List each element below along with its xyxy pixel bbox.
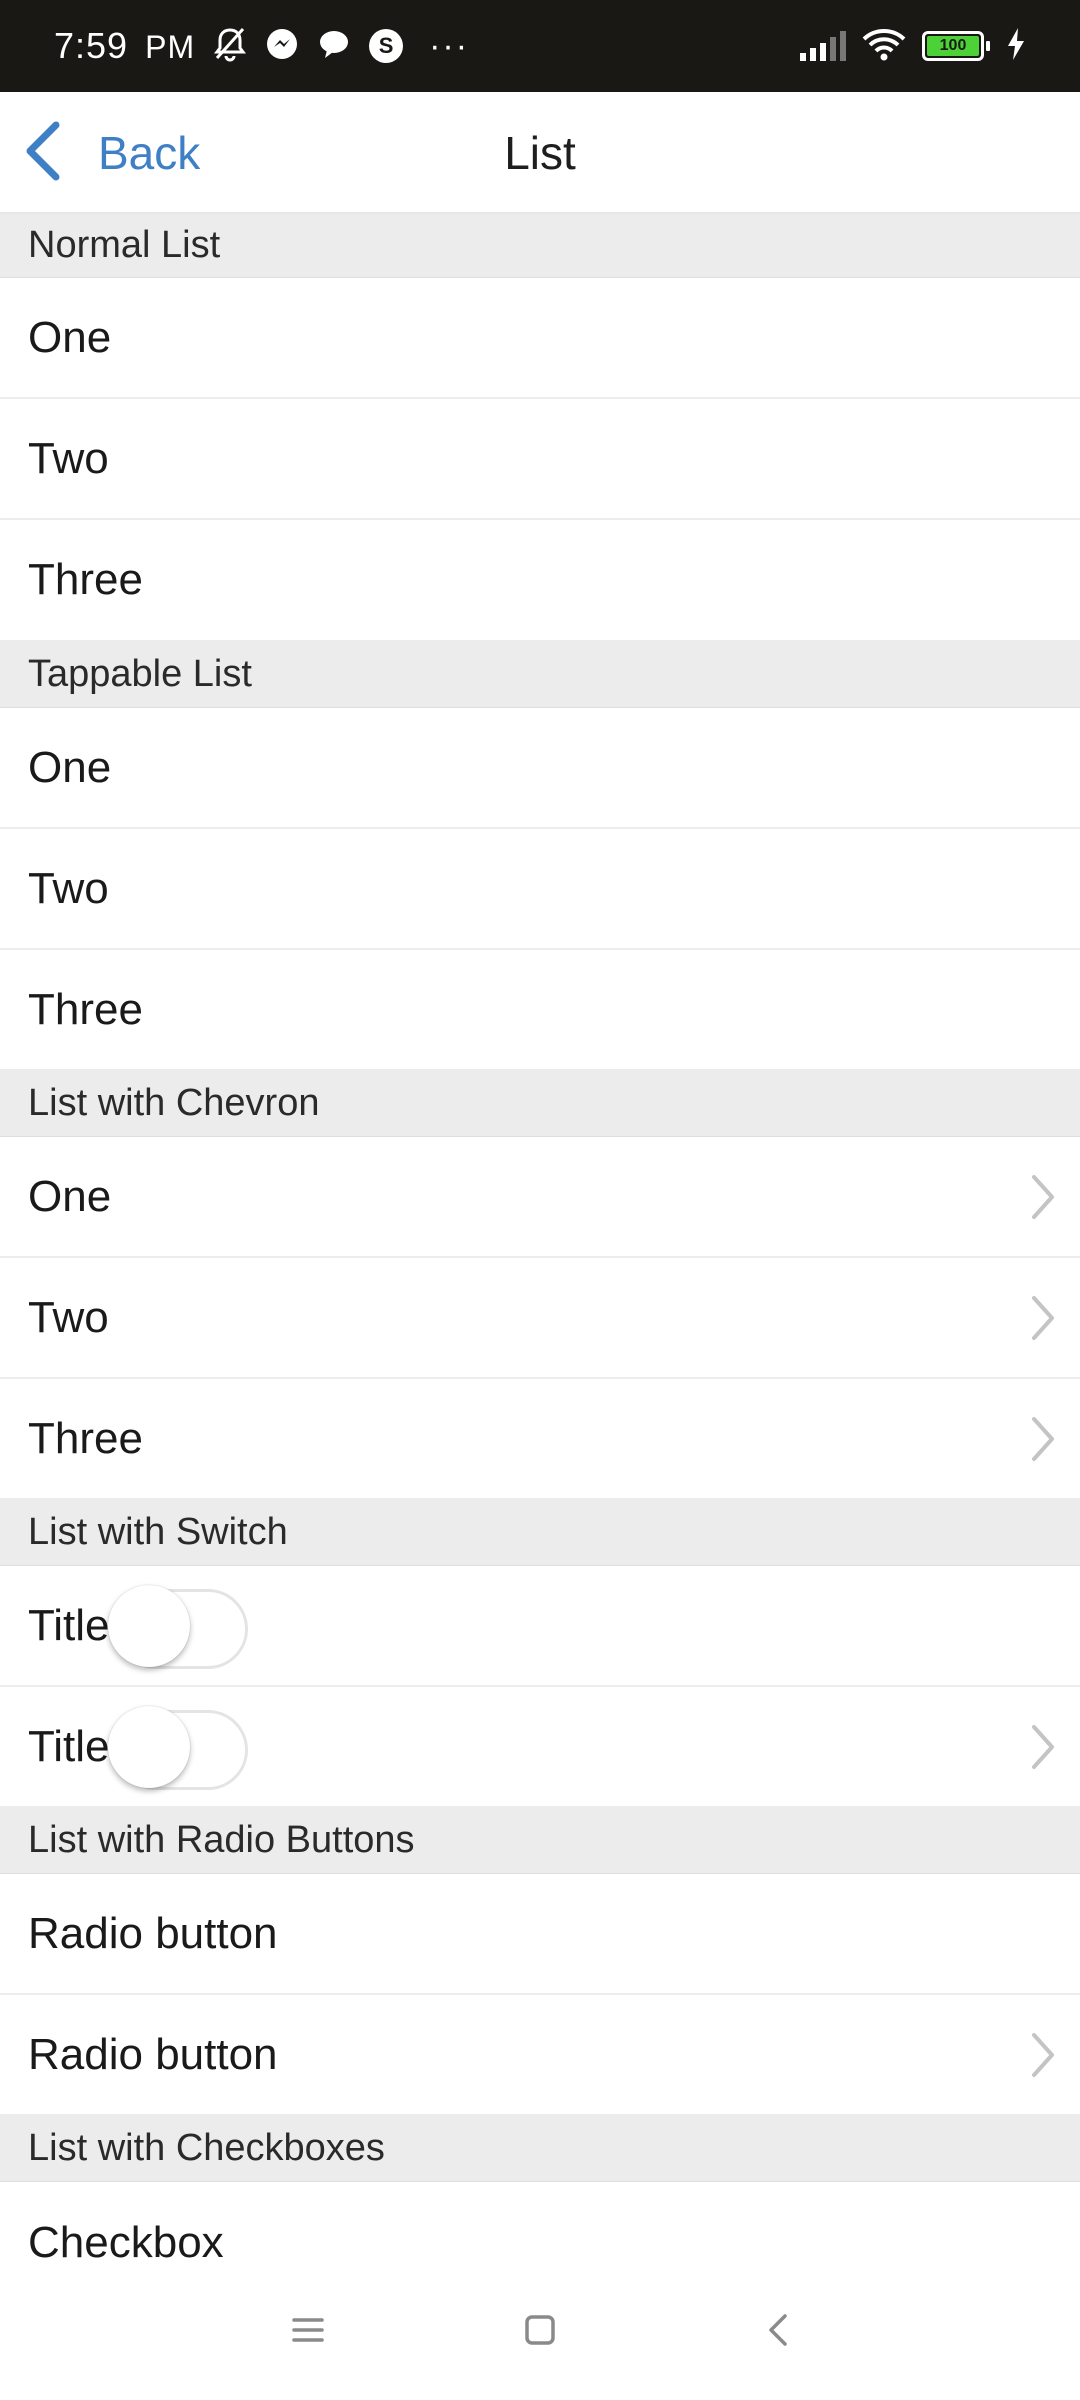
switch-list-item: Title <box>0 1566 1080 1687</box>
list-item-label: Radio button <box>28 1908 278 1958</box>
menu-icon <box>292 2318 324 2342</box>
system-navigation-bar <box>0 2260 1080 2400</box>
system-back-button[interactable] <box>738 2290 818 2370</box>
wifi-icon <box>862 27 906 66</box>
list-item-label: One <box>28 1171 112 1221</box>
battery-icon: 100 <box>922 31 990 61</box>
list-item-label: Two <box>28 1292 109 1342</box>
radio-list-item[interactable]: Radio button <box>0 1995 1080 2116</box>
chevron-right-icon <box>1032 1174 1054 1219</box>
list-item-label: Radio button <box>28 2029 278 2079</box>
list-item-label: Title <box>28 1721 110 1771</box>
charging-icon <box>1006 27 1026 66</box>
section-header-switch: List with Switch <box>0 1500 1080 1566</box>
chevron-left-icon <box>22 121 62 186</box>
checkbox-list-item[interactable]: Checkbox <box>0 2182 1080 2260</box>
chevron-left-icon <box>769 2314 787 2346</box>
tappable-list-item[interactable]: Two <box>0 829 1080 950</box>
signal-icon <box>800 31 846 61</box>
chevron-right-icon <box>1032 1295 1054 1340</box>
section-header-normal: Normal List <box>0 214 1080 278</box>
toggle-switch[interactable] <box>107 1704 248 1790</box>
list-item-label: Title <box>28 1600 110 1650</box>
home-square-icon <box>525 2315 555 2345</box>
status-time-value: 7:59 <box>54 25 129 66</box>
more-notifications-icon: ··· <box>429 26 470 65</box>
list-item: Three <box>0 520 1080 642</box>
chevron-right-icon <box>1032 1416 1054 1461</box>
list-item-label: One <box>28 312 112 362</box>
status-left: 7:59 PM S ··· <box>54 0 469 92</box>
chevron-right-icon <box>1032 1724 1054 1769</box>
messenger-icon <box>265 27 299 66</box>
radio-list-item[interactable]: Radio button <box>0 1874 1080 1995</box>
back-label: Back <box>98 127 201 179</box>
battery-level: 100 <box>927 36 979 56</box>
tappable-list-item[interactable]: Three <box>0 950 1080 1071</box>
list-content: Normal List One Two Three Tappable List … <box>0 214 1080 2260</box>
list-item: One <box>0 278 1080 399</box>
chevron-right-icon <box>1032 2032 1054 2077</box>
section-header-chevron: List with Chevron <box>0 1071 1080 1137</box>
switch-list-item[interactable]: Title <box>0 1687 1080 1808</box>
home-button[interactable] <box>500 2290 580 2370</box>
status-bar: 7:59 PM S ··· 100 <box>0 0 1080 92</box>
status-time: 7:59 PM <box>54 25 195 67</box>
chevron-list-item[interactable]: Two <box>0 1258 1080 1379</box>
toggle-switch[interactable] <box>107 1583 248 1669</box>
toggle-knob <box>107 1705 190 1788</box>
tappable-list-item[interactable]: One <box>0 708 1080 829</box>
chevron-list-item[interactable]: One <box>0 1137 1080 1258</box>
navigation-bar: Back List <box>0 92 1080 214</box>
list-item: Two <box>0 399 1080 520</box>
list-item-label: Three <box>28 984 143 1034</box>
section-header-tappable: Tappable List <box>0 642 1080 708</box>
recent-apps-button[interactable] <box>268 2290 348 2370</box>
list-item-label: Two <box>28 863 109 913</box>
toggle-knob <box>107 1584 190 1667</box>
status-ampm: PM <box>145 29 196 65</box>
list-item-label: Three <box>28 1413 143 1463</box>
skype-icon: S <box>369 29 404 63</box>
list-item-label: Two <box>28 433 109 483</box>
muted-bell-icon <box>213 26 247 67</box>
list-item-label: One <box>28 742 112 792</box>
list-item-label: Checkbox <box>28 2217 224 2261</box>
status-right: 100 <box>800 0 1026 92</box>
section-header-checkbox: List with Checkboxes <box>0 2116 1080 2182</box>
list-item-label: Three <box>28 555 143 604</box>
chevron-list-item[interactable]: Three <box>0 1379 1080 1500</box>
chat-bubble-icon <box>317 27 351 66</box>
section-header-radio: List with Radio Buttons <box>0 1808 1080 1874</box>
back-button[interactable]: Back <box>22 92 200 214</box>
